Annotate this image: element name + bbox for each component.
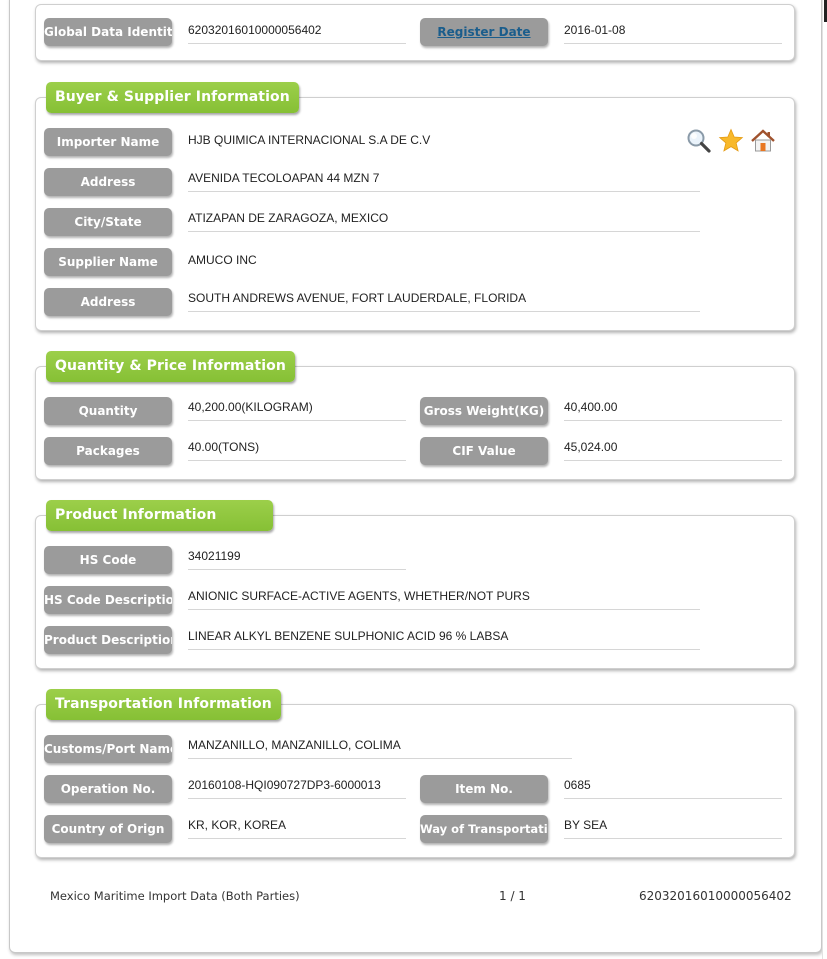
- product-title: Product Information: [46, 500, 273, 531]
- importer-name-label: Importer Name: [44, 128, 172, 156]
- supplier-name-label: Supplier Name: [44, 248, 172, 276]
- packages-label: Packages: [44, 437, 172, 465]
- way-of-transportation-value: BY SEA: [564, 814, 782, 839]
- city-state-value: ATIZAPAN DE ZARAGOZA, MEXICO: [188, 207, 700, 232]
- customs-port-value: MANZANILLO, MANZANILLO, COLIMA: [188, 734, 572, 759]
- register-date-link[interactable]: Register Date: [420, 18, 548, 46]
- country-of-origin-label: Country of Orign: [44, 815, 172, 843]
- quantity-value: 40,200.00(KILOGRAM): [188, 396, 406, 421]
- transportation-title: Transportation Information: [46, 689, 281, 720]
- country-of-origin-value: KR, KOR, KOREA: [188, 814, 406, 839]
- quantity-label: Quantity: [44, 397, 172, 425]
- quantity-price-title: Quantity & Price Information: [46, 351, 295, 382]
- operation-no-value: 20160108-HQI090727DP3-6000013: [188, 774, 406, 799]
- footer-source: Mexico Maritime Import Data (Both Partie…: [50, 889, 300, 903]
- importer-address-value: AVENIDA TECOLOAPAN 44 MZN 7: [188, 167, 700, 192]
- product-description-label: Product Description: [44, 626, 172, 654]
- customs-port-label: Customs/Port Name: [44, 735, 172, 763]
- footer-id: 62032016010000056402: [639, 889, 792, 903]
- operation-no-label: Operation No.: [44, 775, 172, 803]
- supplier-address-label: Address: [44, 288, 172, 316]
- search-icon[interactable]: [686, 128, 712, 158]
- global-data-identity-value: 62032016010000056402: [188, 19, 406, 44]
- hs-code-description-value: ANIONIC SURFACE-ACTIVE AGENTS, WHETHER/N…: [188, 585, 700, 610]
- product-description-value: LINEAR ALKYL BENZENE SULPHONIC ACID 96 %…: [188, 625, 700, 650]
- item-no-value: 0685: [564, 774, 782, 799]
- way-of-transportation-label: Way of Transportation: [420, 815, 548, 843]
- item-no-label: Item No.: [420, 775, 548, 803]
- global-data-identity-label: Global Data Identity: [44, 18, 172, 46]
- register-date-value: 2016-01-08: [564, 19, 782, 44]
- hs-code-label: HS Code: [44, 546, 172, 574]
- buyer-supplier-title: Buyer & Supplier Information: [46, 82, 299, 113]
- supplier-address-value: SOUTH ANDREWS AVENUE, FORT LAUDERDALE, F…: [188, 287, 700, 312]
- cif-value-label: CIF Value: [420, 437, 548, 465]
- importer-address-label: Address: [44, 168, 172, 196]
- city-state-label: City/State: [44, 208, 172, 236]
- star-icon[interactable]: [718, 128, 744, 158]
- supplier-name-value: AMUCO INC: [188, 253, 257, 267]
- gross-weight-value: 40,400.00: [564, 396, 782, 421]
- hs-code-value: 34021199: [188, 545, 406, 570]
- scrollbar[interactable]: [822, 0, 827, 959]
- home-icon[interactable]: [750, 128, 776, 158]
- hs-code-description-label: HS Code Description: [44, 586, 172, 614]
- cif-value-value: 45,024.00: [564, 436, 782, 461]
- gross-weight-label: Gross Weight(KG): [420, 397, 548, 425]
- packages-value: 40.00(TONS): [188, 436, 406, 461]
- importer-name-value: HJB QUIMICA INTERNACIONAL S.A DE C.V: [188, 133, 431, 147]
- footer-page: 1 / 1: [499, 889, 526, 903]
